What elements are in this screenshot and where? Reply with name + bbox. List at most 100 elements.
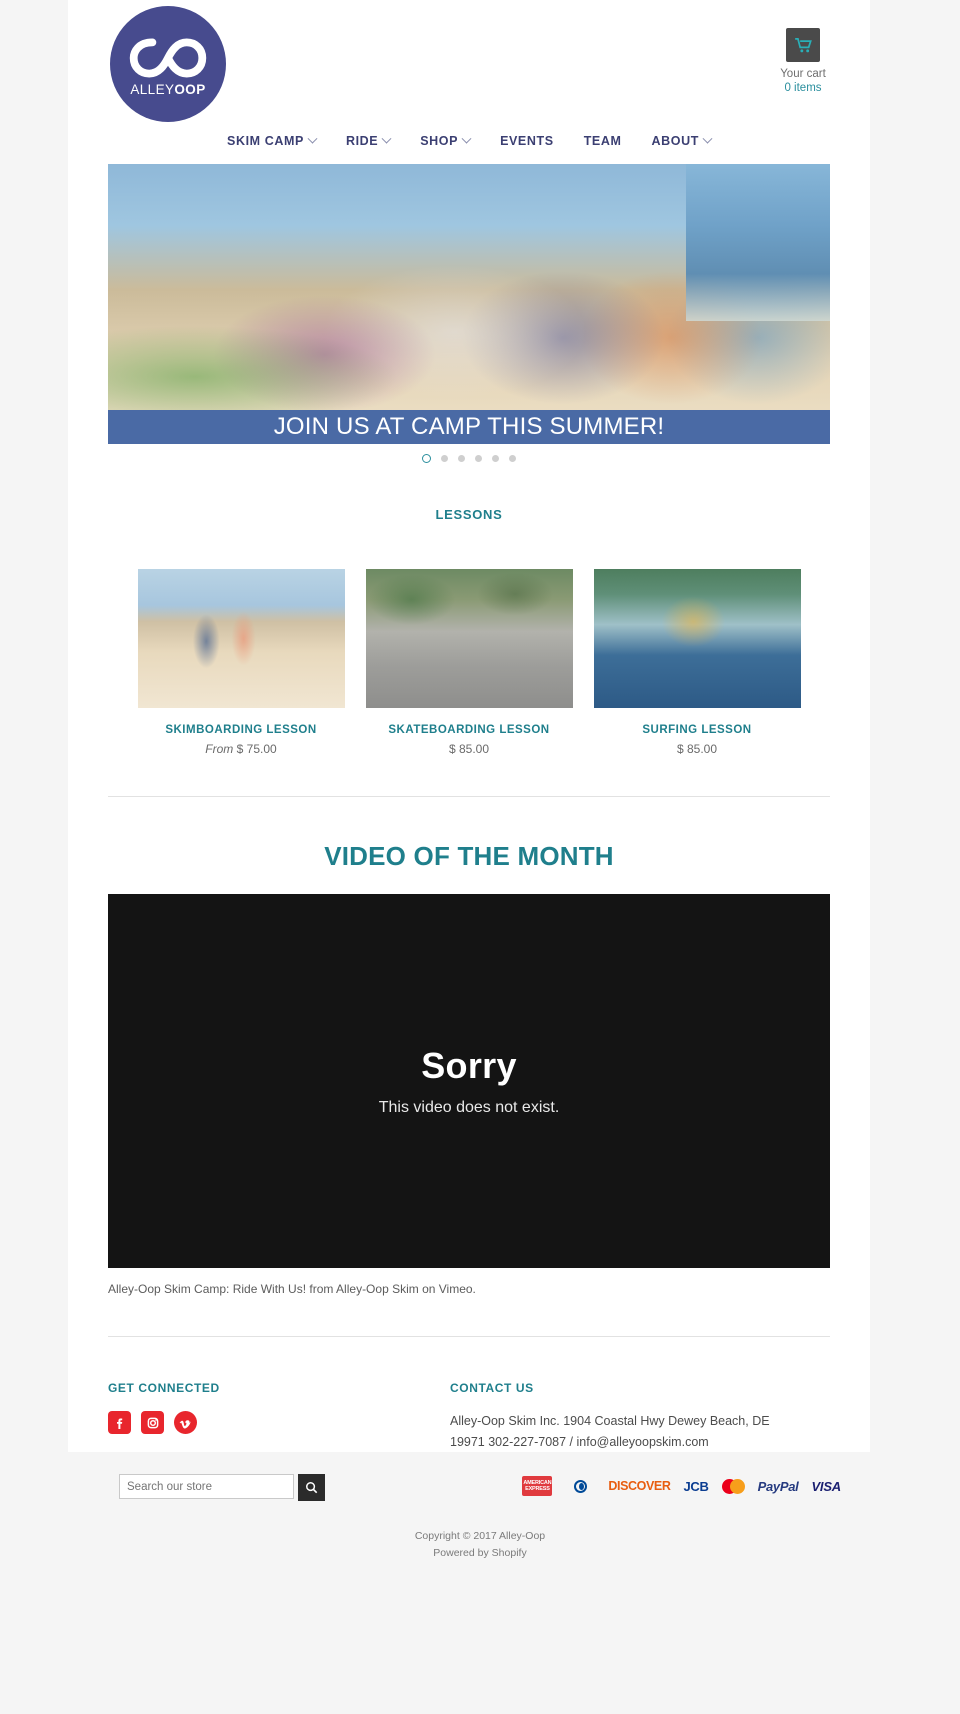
carousel-dot-1[interactable]	[422, 454, 431, 463]
video-caption[interactable]: Alley-Oop Skim Camp: Ride With Us! from …	[108, 1282, 830, 1296]
contact-us-heading: CONTACT US	[450, 1381, 534, 1395]
contact-us-column: CONTACT US Alley-Oop Skim Inc. 1904 Coas…	[450, 1381, 830, 1453]
skimboarding-beach-photo	[137, 569, 345, 708]
product-price: $ 85.00	[594, 742, 801, 756]
jcb-icon: JCB	[683, 1478, 709, 1494]
hero-caption-text: JOIN US AT CAMP THIS SUMMER!	[273, 413, 665, 440]
carousel-dot-3[interactable]	[458, 455, 465, 462]
section-divider	[108, 796, 830, 797]
product-title[interactable]: SKATEBOARDING LESSON	[366, 724, 573, 736]
video-player[interactable]: Sorry This video does not exist.	[108, 894, 830, 1268]
product-image[interactable]	[137, 569, 345, 708]
price-value: $ 85.00	[676, 742, 718, 756]
search-icon	[306, 1482, 318, 1494]
skateboarding-park-photo	[365, 569, 573, 708]
nav-item-about[interactable]: ABOUT	[651, 133, 713, 148]
page-root: ALLEYOOP Your cart 0 items SKIM CAMP RID…	[0, 0, 960, 1714]
nav-item-events[interactable]: EVENTS	[500, 134, 554, 148]
hero-slide[interactable]: JOIN US AT CAMP THIS SUMMER!	[108, 164, 830, 444]
product-card[interactable]: SKATEBOARDING LESSON $ 85.00	[365, 569, 573, 756]
facebook-glyph-icon	[116, 1418, 122, 1429]
site-header: ALLEYOOP Your cart 0 items	[68, 0, 870, 130]
discover-icon: DISCOVER	[608, 1479, 671, 1493]
visa-icon: VISA	[811, 1478, 841, 1494]
nav-item-skim-camp[interactable]: SKIM CAMP	[227, 133, 318, 148]
price-prefix: From	[205, 742, 237, 756]
chevron-down-icon	[461, 133, 472, 144]
vimeo-icon[interactable]	[174, 1411, 197, 1434]
logo-word-alley: ALLEY	[130, 81, 175, 97]
copyright-block: Copyright © 2017 Alley-Oop Powered by Sh…	[0, 1528, 960, 1562]
price-value: $ 75.00	[236, 742, 277, 756]
product-image[interactable]	[593, 569, 801, 708]
paypal-icon: PayPal	[757, 1478, 799, 1494]
vimeo-glyph-icon	[179, 1419, 191, 1428]
contact-line-2: 19971 302-227-7087 / info@alleyoopskim.c…	[450, 1435, 709, 1449]
nav-item-shop[interactable]: SHOP	[420, 133, 472, 148]
infinity-loop-icon	[129, 37, 207, 78]
product-price: From $ 75.00	[138, 742, 345, 756]
bottom-row: AMERICANEXPRESS DISCOVER JCB PayPal VISA	[79, 1474, 881, 1504]
chevron-down-icon	[307, 133, 318, 144]
video-error-heading: Sorry	[421, 1045, 517, 1086]
main-navigation: SKIM CAMP RIDE SHOP EVENTS TEAM ABOUT	[68, 130, 870, 164]
site-bottom-bar: AMERICANEXPRESS DISCOVER JCB PayPal VISA…	[0, 1452, 960, 1588]
hero-caption-bar: JOIN US AT CAMP THIS SUMMER!	[108, 410, 830, 444]
facebook-icon[interactable]	[108, 1411, 131, 1434]
cart-widget[interactable]: Your cart 0 items	[764, 28, 842, 95]
payment-methods: AMERICAN EXPRESS DISCOVER JCB PayPal VISA	[522, 1476, 841, 1496]
nav-label: ABOUT	[651, 134, 699, 148]
surfing-wave-photo	[593, 569, 801, 708]
cart-button[interactable]	[786, 28, 820, 62]
nav-label: TEAM	[583, 134, 622, 148]
copyright-text: Copyright © 2017 Alley-Oop	[414, 1530, 546, 1542]
cart-item-count[interactable]: 0 items	[764, 81, 842, 95]
instagram-glyph-icon	[147, 1417, 158, 1428]
instagram-icon[interactable]	[141, 1411, 164, 1434]
chevron-down-icon	[381, 133, 392, 144]
carousel-dot-4[interactable]	[475, 455, 482, 462]
nav-label: SHOP	[420, 134, 459, 148]
footer-columns: GET CONNECTED CONTACT US Alley-Oop Skim …	[68, 1337, 870, 1453]
shopping-cart-icon	[794, 37, 812, 52]
contact-line-1: Alley-Oop Skim Inc. 1904 Coastal Hwy Dew…	[450, 1414, 770, 1428]
powered-by-prefix: Powered by	[433, 1547, 492, 1559]
product-title[interactable]: SURFING LESSON	[594, 724, 801, 736]
nav-label: SKIM CAMP	[227, 134, 304, 148]
store-search	[119, 1474, 325, 1501]
get-connected-column: GET CONNECTED	[108, 1381, 450, 1453]
site-logo[interactable]: ALLEYOOP	[110, 6, 226, 122]
product-card[interactable]: SURFING LESSON $ 85.00	[593, 569, 801, 756]
video-section-title: VIDEO OF THE MONTH	[324, 841, 614, 871]
video-error-message: This video does not exist.	[378, 1099, 560, 1116]
cart-label: Your cart	[780, 68, 826, 80]
product-card[interactable]: SKIMBOARDING LESSON From $ 75.00	[137, 569, 345, 756]
product-image[interactable]	[365, 569, 573, 708]
nav-label: RIDE	[345, 134, 379, 148]
search-input[interactable]	[119, 1474, 294, 1499]
chevron-down-icon	[702, 133, 713, 144]
carousel-dot-6[interactable]	[509, 455, 516, 462]
shopify-link[interactable]: Shopify	[492, 1547, 527, 1559]
american-express-icon: AMERICAN EXPRESS	[522, 1476, 553, 1496]
hero-carousel[interactable]: JOIN US AT CAMP THIS SUMMER!	[68, 164, 870, 463]
carousel-dot-5[interactable]	[492, 455, 499, 462]
mastercard-icon	[721, 1476, 745, 1496]
powered-by: Powered by Shopify	[0, 1545, 960, 1562]
product-price: $ 85.00	[366, 742, 573, 756]
diners-club-icon	[565, 1476, 595, 1496]
carousel-dot-2[interactable]	[441, 455, 448, 462]
search-button[interactable]	[298, 1474, 325, 1501]
content-sheet: ALLEYOOP Your cart 0 items SKIM CAMP RID…	[68, 0, 870, 1453]
product-title[interactable]: SKIMBOARDING LESSON	[138, 724, 345, 736]
lessons-product-grid: SKIMBOARDING LESSON From $ 75.00 SKATEBO…	[68, 522, 870, 756]
nav-item-team[interactable]: TEAM	[584, 134, 622, 148]
carousel-pagination	[108, 444, 830, 463]
get-connected-heading: GET CONNECTED	[108, 1381, 220, 1395]
logo-wordmark: ALLEYOOP	[130, 82, 205, 97]
lessons-section-title: LESSONS	[435, 507, 503, 522]
price-value: $ 85.00	[448, 742, 490, 756]
nav-label: EVENTS	[500, 134, 554, 148]
hero-ocean-region	[685, 164, 830, 321]
nav-item-ride[interactable]: RIDE	[345, 133, 392, 148]
